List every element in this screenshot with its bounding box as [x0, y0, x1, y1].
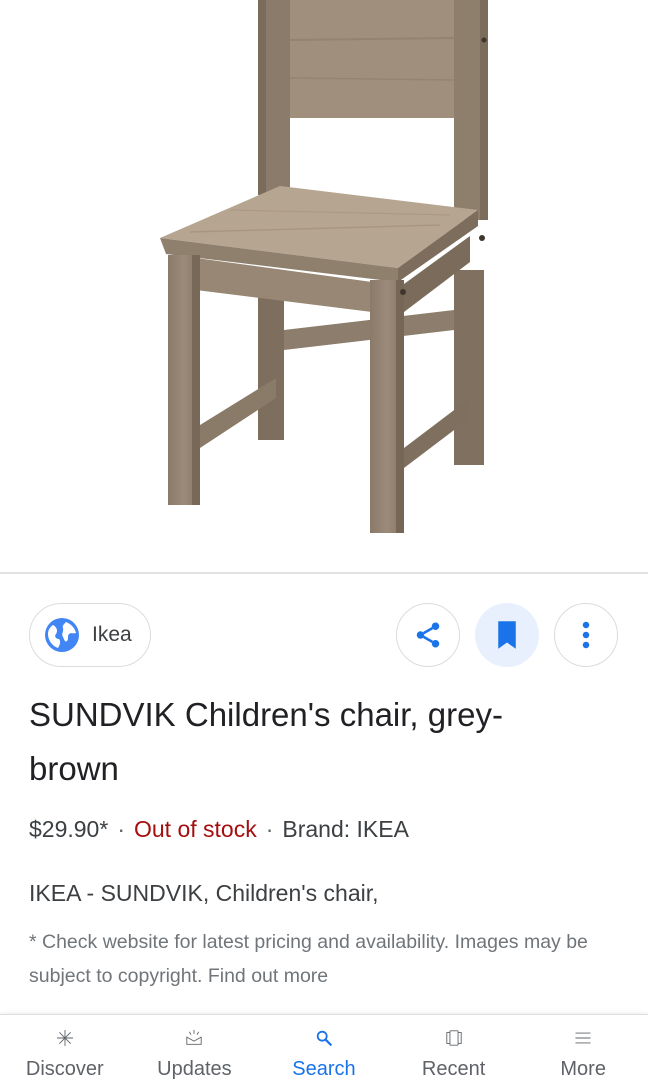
nav-label: Discover [25, 1058, 104, 1080]
product-meta: $29.90* · Out of stock · Brand: IKEA [29, 812, 409, 846]
asterisk-icon [56, 1029, 73, 1047]
search-icon [316, 1030, 332, 1046]
image-divider [0, 572, 648, 574]
more-vert-icon [582, 621, 590, 649]
more-options-button[interactable] [554, 603, 618, 667]
globe-icon [45, 618, 79, 652]
share-button[interactable] [396, 603, 460, 667]
source-chip[interactable]: Ikea [29, 603, 151, 667]
nav-label: Recent [421, 1058, 486, 1080]
menu-icon [575, 1032, 591, 1044]
nav-recent[interactable]: Recent [389, 1015, 519, 1080]
nav-updates[interactable]: Updates [130, 1015, 260, 1080]
chair-illustration [160, 0, 488, 533]
product-image[interactable] [0, 0, 648, 572]
nav-more[interactable]: More [518, 1015, 648, 1080]
pricing-disclaimer[interactable]: * Check website for latest pricing and a… [29, 925, 609, 993]
inbox-icon [186, 1029, 203, 1045]
bookmark-icon [498, 621, 516, 649]
nav-discover[interactable]: Discover [0, 1015, 130, 1080]
nav-search[interactable]: Search [259, 1015, 389, 1080]
source-label: Ikea [92, 623, 132, 646]
nav-label: More [560, 1058, 606, 1080]
product-price: $29.90* [29, 816, 109, 842]
product-title: SUNDVIK Children's chair, grey-brown [29, 696, 503, 787]
save-button[interactable] [475, 603, 539, 667]
nav-label: Search [292, 1058, 356, 1080]
nav-label: Updates [157, 1058, 232, 1080]
meta-separator: · [117, 816, 125, 842]
stock-status: Out of stock [133, 816, 257, 842]
product-brand: Brand: IKEA [282, 816, 409, 842]
meta-separator: · [265, 816, 274, 842]
bottom-navigation: Discover Updates Search Recent More [0, 1014, 648, 1080]
share-icon [416, 622, 440, 648]
recent-cards-icon [445, 1030, 462, 1046]
product-description: IKEA - SUNDVIK, Children's chair, [29, 880, 379, 906]
